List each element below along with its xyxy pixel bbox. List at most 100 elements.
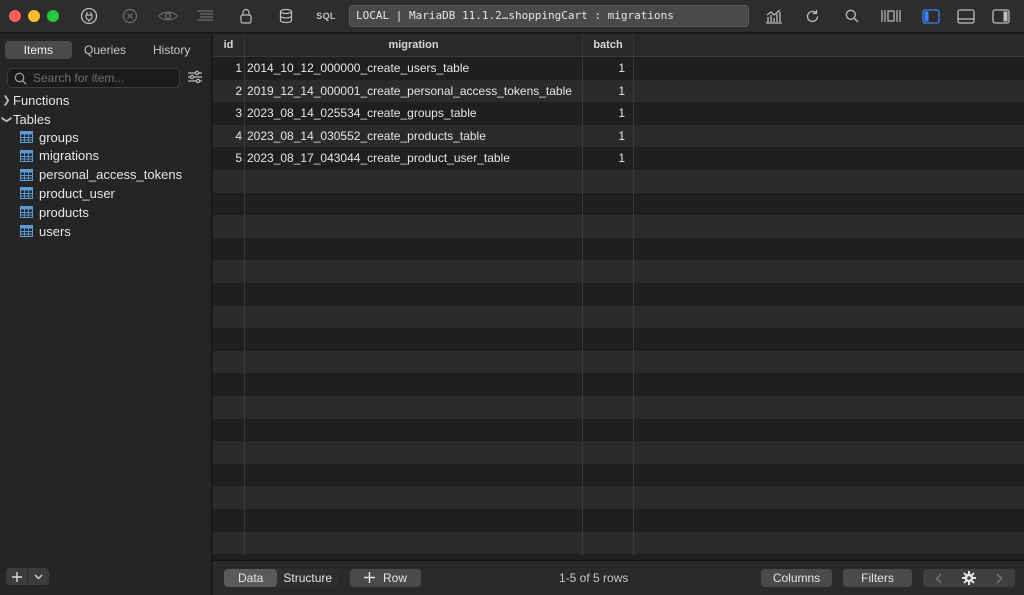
refresh-icon[interactable] bbox=[803, 6, 821, 26]
table-icon bbox=[20, 187, 33, 200]
filters-button[interactable]: Filters bbox=[843, 569, 912, 587]
cell-batch[interactable]: 1 bbox=[585, 102, 625, 124]
maximize-window-button[interactable] bbox=[47, 10, 59, 22]
empty-row bbox=[213, 396, 1024, 419]
tab-data[interactable]: Data bbox=[224, 569, 278, 587]
column-divider bbox=[582, 34, 583, 556]
cell-batch[interactable]: 1 bbox=[585, 57, 625, 79]
sidebar-item-label: product_user bbox=[39, 185, 115, 201]
cell-migration[interactable]: 2023_08_17_043044_create_product_user_ta… bbox=[247, 147, 577, 169]
empty-row bbox=[213, 509, 1024, 532]
table-row[interactable]: 4 2023_08_14_030552_create_products_table… bbox=[213, 124, 1024, 148]
column-divider bbox=[244, 34, 245, 556]
empty-row bbox=[213, 170, 1024, 193]
empty-row bbox=[213, 305, 1024, 329]
empty-row bbox=[213, 486, 1024, 509]
cell-id[interactable]: 5 bbox=[213, 147, 242, 169]
preview-eye-icon[interactable] bbox=[157, 6, 179, 26]
filter-settings-icon[interactable] bbox=[187, 70, 203, 87]
table-row[interactable]: 3 2023_08_14_025534_create_groups_table 1 bbox=[213, 102, 1024, 125]
cell-id[interactable]: 1 bbox=[213, 57, 242, 79]
toggle-sidebar-icon[interactable] bbox=[920, 6, 942, 26]
add-row-button[interactable]: Row bbox=[350, 569, 421, 587]
empty-row bbox=[213, 531, 1024, 555]
chevron-down-icon[interactable] bbox=[28, 568, 49, 585]
sidebar-item-product-user[interactable]: product_user bbox=[20, 184, 115, 202]
column-header-id[interactable]: id bbox=[213, 34, 244, 57]
cell-batch[interactable]: 1 bbox=[585, 125, 625, 147]
toggle-right-panel-icon[interactable] bbox=[990, 6, 1012, 26]
next-page-icon[interactable] bbox=[984, 569, 1015, 587]
pagination bbox=[923, 569, 1015, 587]
minimize-window-button[interactable] bbox=[28, 10, 40, 22]
stop-query-icon[interactable] bbox=[120, 6, 140, 26]
sql-label: SQL bbox=[316, 11, 336, 21]
empty-row bbox=[213, 441, 1024, 464]
database-icon[interactable] bbox=[277, 6, 295, 26]
chart-icon[interactable] bbox=[764, 6, 784, 26]
empty-row bbox=[213, 283, 1024, 306]
sidebar-item-personal-access-tokens[interactable]: personal_access_tokens bbox=[20, 166, 182, 184]
tab-structure[interactable]: Structure bbox=[277, 569, 338, 587]
cell-id[interactable]: 2 bbox=[213, 80, 242, 102]
cell-id[interactable]: 3 bbox=[213, 102, 242, 124]
tab-items[interactable]: Items bbox=[5, 41, 72, 59]
gear-icon[interactable] bbox=[954, 569, 985, 587]
sidebar-item-label: products bbox=[39, 204, 89, 220]
lock-icon[interactable] bbox=[237, 6, 255, 26]
previous-page-icon[interactable] bbox=[923, 569, 954, 587]
connection-plug-icon[interactable] bbox=[79, 6, 99, 26]
bottom-bar: Data Structure Row 1-5 of 5 rows Columns… bbox=[213, 560, 1024, 595]
sidebar-tabs: Items Queries History bbox=[5, 41, 205, 59]
table-row[interactable]: 5 2023_08_17_043044_create_product_user_t… bbox=[213, 147, 1024, 170]
tab-history[interactable]: History bbox=[138, 41, 205, 59]
toolbar: SQL LOCAL | MariaDB 11.1.2…shoppingCart … bbox=[0, 0, 1024, 33]
cell-migration[interactable]: 2019_12_14_000001_create_personal_access… bbox=[247, 80, 577, 102]
functions-section[interactable]: ❯ Functions bbox=[0, 91, 69, 109]
grid-header: id migration batch bbox=[213, 34, 1024, 57]
table-icon bbox=[20, 206, 33, 219]
table-row[interactable]: 2 2019_12_14_000001_create_personal_acces… bbox=[213, 79, 1024, 103]
connection-address-bar[interactable]: LOCAL | MariaDB 11.1.2…shoppingCart : mi… bbox=[349, 5, 749, 27]
search-input[interactable] bbox=[33, 71, 173, 85]
table-row[interactable]: 1 2014_10_12_000000_create_users_table 1 bbox=[213, 57, 1024, 80]
tables-section[interactable]: ❯ Tables bbox=[0, 110, 51, 128]
add-row-label: Row bbox=[382, 571, 407, 585]
sidebar-item-products[interactable]: products bbox=[20, 203, 89, 221]
sidebar-item-migrations[interactable]: migrations bbox=[20, 147, 99, 165]
sidebar-item-label: migrations bbox=[39, 148, 99, 164]
column-header-migration[interactable]: migration bbox=[245, 34, 582, 57]
empty-row bbox=[213, 418, 1024, 442]
tab-queries[interactable]: Queries bbox=[72, 41, 139, 59]
empty-row bbox=[213, 328, 1024, 351]
cell-id[interactable]: 4 bbox=[213, 125, 242, 147]
format-lines-icon[interactable] bbox=[195, 6, 215, 26]
cell-migration[interactable]: 2014_10_12_000000_create_users_table bbox=[247, 57, 577, 79]
cell-batch[interactable]: 1 bbox=[585, 80, 625, 102]
functions-label: Functions bbox=[13, 92, 70, 108]
column-header-batch[interactable]: batch bbox=[583, 34, 633, 57]
search-icon bbox=[14, 72, 27, 85]
sidebar-item-label: personal_access_tokens bbox=[39, 167, 183, 183]
empty-row bbox=[213, 463, 1024, 487]
tables-label: Tables bbox=[13, 111, 51, 127]
columns-button[interactable]: Columns bbox=[761, 569, 832, 587]
cell-batch[interactable]: 1 bbox=[585, 147, 625, 169]
empty-row bbox=[213, 350, 1024, 374]
column-divider bbox=[633, 34, 634, 556]
table-icon bbox=[20, 225, 33, 237]
chevron-right-icon: ❯ bbox=[2, 94, 11, 106]
sidebar-item-label: groups bbox=[39, 129, 79, 145]
sidebar-item-users[interactable]: users bbox=[20, 222, 71, 240]
column-layout-icon[interactable] bbox=[880, 6, 902, 26]
toggle-bottom-panel-icon[interactable] bbox=[955, 6, 977, 26]
sql-query-button[interactable]: SQL bbox=[314, 6, 338, 26]
empty-row bbox=[213, 237, 1024, 261]
sidebar-item-groups[interactable]: groups bbox=[20, 128, 79, 146]
add-icon[interactable] bbox=[6, 568, 27, 585]
close-window-button[interactable] bbox=[9, 10, 21, 22]
sidebar: Items Queries History ❯ Functions ❯ Tabl… bbox=[0, 34, 212, 595]
search-icon[interactable] bbox=[843, 6, 861, 26]
cell-migration[interactable]: 2023_08_14_025534_create_groups_table bbox=[247, 102, 577, 124]
cell-migration[interactable]: 2023_08_14_030552_create_products_table bbox=[247, 125, 577, 147]
